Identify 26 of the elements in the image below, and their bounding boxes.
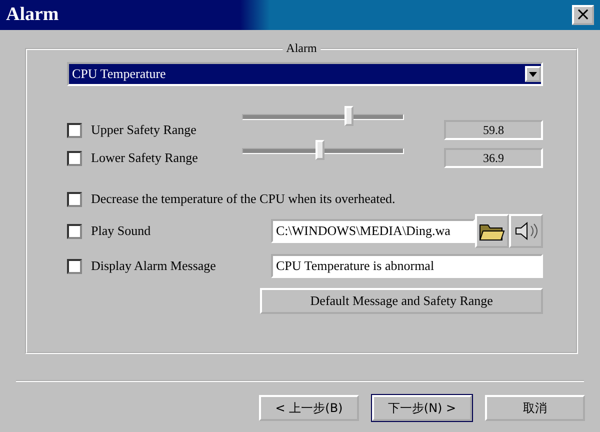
speaker-icon[interactable] xyxy=(509,214,543,248)
range-label: Upper Safety Range xyxy=(91,122,198,138)
caret-icon xyxy=(525,66,541,82)
window-title: Alarm xyxy=(6,4,59,26)
dropdown[interactable]: CPU Temperature xyxy=(67,62,543,86)
folder-icon[interactable] xyxy=(475,214,509,248)
close-button[interactable]: × xyxy=(572,5,594,25)
default-button[interactable]: Default Message and Safety Range xyxy=(260,288,543,314)
range-value: 36.9 xyxy=(444,148,543,168)
option-label: Play Sound xyxy=(91,223,152,239)
sound-path-field[interactable]: C:\WINDOWS\MEDIA\Ding.wa xyxy=(271,219,475,243)
message-field[interactable]: CPU Temperature is abnormal xyxy=(271,254,543,278)
checkbox[interactable] xyxy=(67,122,82,138)
option-label: Decrease the temperature of the CPU when its overheated. xyxy=(91,191,396,207)
wizard-button[interactable]: < 上一步(B) xyxy=(259,395,359,421)
wizard-button[interactable]: 下一步(N) > xyxy=(372,395,472,421)
checkbox[interactable] xyxy=(67,192,82,206)
checkbox[interactable] xyxy=(67,224,82,238)
wizard-button[interactable]: 取消 xyxy=(485,395,585,421)
slider-thumb[interactable] xyxy=(315,140,324,160)
checkbox[interactable] xyxy=(67,150,82,166)
checkbox[interactable] xyxy=(67,258,82,274)
option-label: Display Alarm Message xyxy=(91,258,217,274)
slider-thumb[interactable] xyxy=(344,106,354,126)
range-label: Lower Safety Range xyxy=(91,150,199,166)
range-value: 59.8 xyxy=(444,120,543,140)
